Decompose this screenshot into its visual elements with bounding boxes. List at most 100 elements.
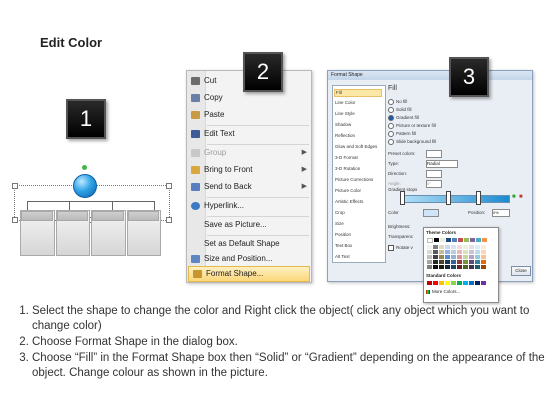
color-swatch[interactable] — [469, 281, 474, 285]
gradient-stops-bar[interactable] — [400, 195, 510, 203]
color-swatch[interactable] — [427, 245, 432, 249]
category-item[interactable]: Shadow — [335, 122, 351, 127]
color-swatch[interactable] — [446, 238, 451, 242]
color-swatch[interactable] — [458, 238, 463, 242]
color-swatch[interactable] — [481, 250, 486, 254]
color-swatch[interactable] — [463, 250, 468, 254]
color-swatch[interactable] — [427, 260, 432, 264]
color-swatch[interactable] — [481, 265, 486, 269]
close-button[interactable]: Close — [511, 266, 531, 276]
fill-option-no-fill[interactable]: No fill — [388, 99, 407, 105]
color-swatch[interactable] — [427, 238, 433, 243]
remove-stop-icon[interactable]: ■ — [519, 194, 523, 200]
menu-item-size-position[interactable]: Size and Position... — [187, 252, 311, 266]
color-swatch[interactable] — [451, 250, 456, 254]
color-swatch[interactable] — [445, 281, 450, 285]
menu-item-bring-to-front[interactable]: Bring to Front ▶ — [187, 163, 311, 177]
angle-input[interactable]: 0° — [426, 180, 442, 188]
category-item[interactable]: Picture Color — [335, 188, 361, 193]
color-swatch[interactable] — [457, 260, 462, 264]
type-dropdown[interactable]: Radial — [426, 160, 458, 168]
color-swatch[interactable] — [427, 250, 432, 254]
color-swatch[interactable] — [451, 245, 456, 249]
box-shape[interactable] — [126, 210, 161, 256]
color-swatch[interactable] — [433, 255, 438, 259]
category-item[interactable]: 3-D Format — [335, 155, 358, 160]
color-swatch[interactable] — [475, 281, 480, 285]
color-swatch[interactable] — [464, 238, 469, 242]
color-swatch[interactable] — [451, 255, 456, 259]
color-swatch[interactable] — [433, 260, 438, 264]
color-swatch[interactable] — [427, 255, 432, 259]
color-swatch[interactable] — [469, 255, 474, 259]
more-colors-link[interactable]: More Colors... — [426, 289, 460, 294]
color-swatch[interactable] — [433, 281, 438, 285]
box-shape[interactable] — [55, 210, 90, 256]
category-item[interactable]: Picture Corrections — [335, 177, 373, 182]
color-swatch[interactable] — [439, 245, 444, 249]
color-swatch[interactable] — [457, 255, 462, 259]
resize-handle[interactable] — [12, 217, 18, 223]
fill-option-slide-bg[interactable]: Slide background fill — [388, 139, 436, 145]
fill-option-solid[interactable]: Solid fill — [388, 107, 412, 113]
menu-item-save-as-picture[interactable]: Save as Picture... — [187, 218, 311, 232]
color-swatch[interactable] — [481, 255, 486, 259]
gradient-stop-handle[interactable] — [476, 191, 481, 205]
color-swatch[interactable] — [439, 281, 444, 285]
menu-item-send-to-back[interactable]: Send to Back ▶ — [187, 180, 311, 194]
category-item[interactable]: Glow and Soft Edges — [335, 144, 377, 149]
color-swatch[interactable] — [481, 281, 486, 285]
color-swatch[interactable] — [475, 260, 480, 264]
selected-diagram[interactable] — [12, 165, 172, 270]
color-swatch[interactable] — [439, 265, 444, 269]
category-item[interactable]: Size — [335, 221, 344, 226]
color-swatch[interactable] — [469, 265, 474, 269]
color-swatch[interactable] — [427, 281, 432, 285]
menu-item-group[interactable]: Group ▶ — [187, 146, 311, 160]
fill-option-gradient[interactable]: Gradient fill — [388, 115, 419, 121]
category-item[interactable]: Reflection — [335, 133, 355, 138]
color-swatch[interactable] — [470, 238, 475, 242]
fill-option-picture[interactable]: Picture or texture fill — [388, 123, 436, 129]
color-swatch[interactable] — [457, 281, 462, 285]
color-swatch[interactable] — [451, 265, 456, 269]
category-item[interactable]: Line Style — [335, 111, 355, 116]
color-swatch[interactable] — [457, 265, 462, 269]
color-swatch[interactable] — [452, 238, 457, 242]
menu-item-set-default-shape[interactable]: Set as Default Shape — [187, 237, 311, 251]
color-picker-button[interactable] — [423, 209, 439, 217]
menu-item-paste[interactable]: Paste — [187, 108, 311, 122]
category-item[interactable]: Artistic Effects — [335, 199, 363, 204]
color-swatch[interactable] — [469, 250, 474, 254]
color-swatch[interactable] — [475, 245, 480, 249]
add-stop-icon[interactable]: ■ — [512, 194, 516, 200]
menu-item-copy[interactable]: Copy — [187, 91, 311, 105]
color-swatch[interactable] — [469, 260, 474, 264]
direction-dropdown[interactable] — [426, 170, 442, 178]
rotate-with-shape-checkbox[interactable]: Rotate v — [388, 245, 413, 251]
category-item[interactable]: Fill — [334, 89, 382, 97]
color-swatch[interactable] — [463, 260, 468, 264]
color-swatch[interactable] — [481, 260, 486, 264]
fill-option-pattern[interactable]: Pattern fill — [388, 131, 416, 137]
color-swatch[interactable] — [433, 250, 438, 254]
color-swatch[interactable] — [439, 255, 444, 259]
color-swatch[interactable] — [434, 238, 439, 242]
position-input[interactable]: 0% — [492, 209, 510, 217]
sphere-shape[interactable] — [73, 174, 97, 198]
color-swatch[interactable] — [482, 238, 487, 242]
color-swatch[interactable] — [433, 265, 438, 269]
resize-handle[interactable] — [166, 217, 172, 223]
color-swatch[interactable] — [445, 265, 450, 269]
color-swatch[interactable] — [476, 238, 481, 242]
color-swatch[interactable] — [457, 250, 462, 254]
color-swatch[interactable] — [439, 250, 444, 254]
color-swatch[interactable] — [445, 255, 450, 259]
menu-item-edit-text[interactable]: Edit Text — [187, 127, 311, 141]
color-swatch[interactable] — [445, 250, 450, 254]
rotation-handle[interactable] — [82, 165, 87, 170]
color-swatch[interactable] — [439, 260, 444, 264]
resize-handle[interactable] — [166, 183, 172, 189]
color-swatch[interactable] — [445, 260, 450, 264]
menu-item-format-shape[interactable]: Format Shape... — [188, 266, 310, 282]
